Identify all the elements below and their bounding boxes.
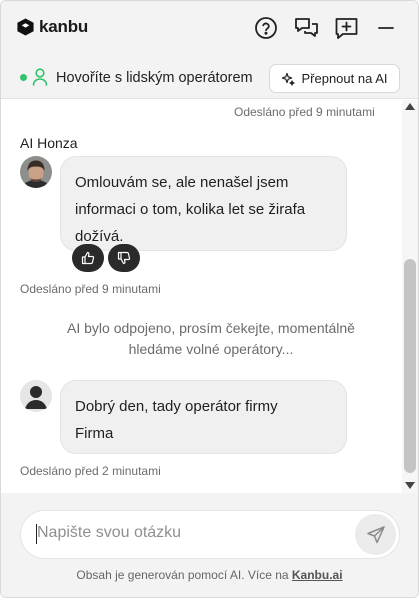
chat-header: kanbu [1,1,418,55]
message-line: Omlouvám se, ale nenašel jsem [75,174,289,191]
scroll-up-arrow[interactable] [405,103,415,110]
switch-to-ai-button[interactable]: Přepnout na AI [269,64,400,93]
message-input-placeholder[interactable]: Napište svou otázku [37,524,181,542]
ai-message-bubble: Omlouvám se, ale nenašel jsem informaci … [60,156,347,251]
operator-status-text: Hovoříte s lidským operátorem [56,70,253,86]
text-caret [36,524,37,544]
message-timestamp: Odesláno před 9 minutami [20,282,161,296]
operator-message-bubble: Dobrý den, tady operátor firmy Firma [60,380,347,454]
system-message-line: AI bylo odpojeno, prosím čekejte, moment… [67,320,355,336]
conversations-icon[interactable] [293,15,319,41]
sparkle-icon [282,72,296,86]
kanbu-link[interactable]: Kanbu.ai [292,568,343,582]
brand-name: kanbu [39,17,89,36]
ai-disclaimer: Obsah je generován pomocí AI. Více na Ka… [1,568,418,582]
kanbu-logo-icon [17,18,34,36]
brand-logo: kanbu [16,17,88,37]
thumbs-down-button[interactable] [108,244,140,272]
online-status-dot [20,74,27,81]
minimize-icon[interactable] [373,15,399,41]
thumbs-up-icon [81,251,95,265]
thumbs-up-button[interactable] [72,244,104,272]
message-timestamp: Odesláno před 9 minutami [234,105,375,119]
help-icon[interactable] [253,15,279,41]
message-line: informaci o tom, kolika let se žirafa [75,201,306,218]
switch-to-ai-label: Přepnout na AI [301,71,388,86]
scrollbar-thumb[interactable] [404,259,416,473]
ai-avatar [20,156,52,188]
person-icon [32,68,48,86]
scroll-down-arrow[interactable] [405,482,415,489]
system-message: AI bylo odpojeno, prosím čekejte, moment… [21,318,401,360]
disclaimer-text: Obsah je generován pomocí AI. Více na [76,568,292,582]
send-icon [366,525,385,543]
send-button[interactable] [355,514,396,555]
system-message-line: hledáme volné operátory... [128,341,294,357]
chat-widget: kanbu Hovoříte s lidským operátorem Přep… [0,0,419,598]
operator-avatar [20,380,52,412]
thumbs-down-icon [117,251,131,265]
message-line: Firma [75,425,114,442]
message-line: Dobrý den, tady operátor firmy [75,398,278,415]
message-timestamp: Odesláno před 2 minutami [20,464,161,478]
sender-name: AI Honza [20,135,78,151]
new-chat-icon[interactable] [333,15,359,41]
